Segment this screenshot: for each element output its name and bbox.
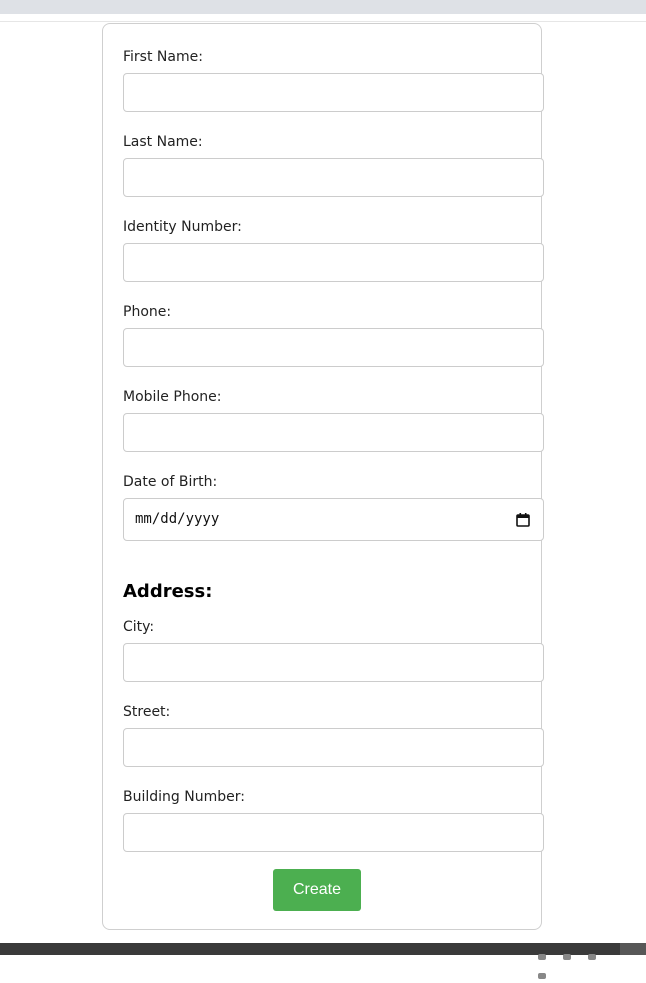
create-button[interactable]: Create [273, 869, 361, 911]
person-create-form: First Name: Last Name: Identity Number: … [102, 23, 544, 930]
os-taskbar [0, 943, 646, 979]
address-heading: Address: [123, 581, 213, 602]
city-input[interactable] [123, 643, 544, 682]
calendar-icon[interactable] [516, 513, 530, 527]
date-of-birth-input[interactable]: mm/dd/yyyy [123, 498, 544, 541]
date-placeholder[interactable]: mm/dd/yyyy [135, 511, 219, 527]
building-number-input[interactable] [123, 813, 544, 852]
browser-tab-strip [0, 0, 646, 14]
date-of-birth-label: Date of Birth: [123, 474, 218, 490]
street-input[interactable] [123, 728, 544, 767]
taskbar-tray [526, 945, 616, 979]
street-label: Street: [123, 704, 171, 720]
mobile-phone-input[interactable] [123, 413, 544, 452]
phone-label: Phone: [123, 304, 172, 320]
show-desktop-button[interactable] [620, 943, 646, 955]
identity-number-input[interactable] [123, 243, 544, 282]
phone-input[interactable] [123, 328, 544, 367]
first-name-label: First Name: [123, 49, 203, 65]
toolbar-divider [0, 21, 646, 22]
identity-number-label: Identity Number: [123, 219, 242, 235]
building-number-label: Building Number: [123, 789, 245, 805]
tray-icon[interactable] [538, 973, 546, 979]
city-label: City: [123, 619, 155, 635]
mobile-phone-label: Mobile Phone: [123, 389, 222, 405]
last-name-label: Last Name: [123, 134, 203, 150]
first-name-input[interactable] [123, 73, 544, 112]
last-name-input[interactable] [123, 158, 544, 197]
